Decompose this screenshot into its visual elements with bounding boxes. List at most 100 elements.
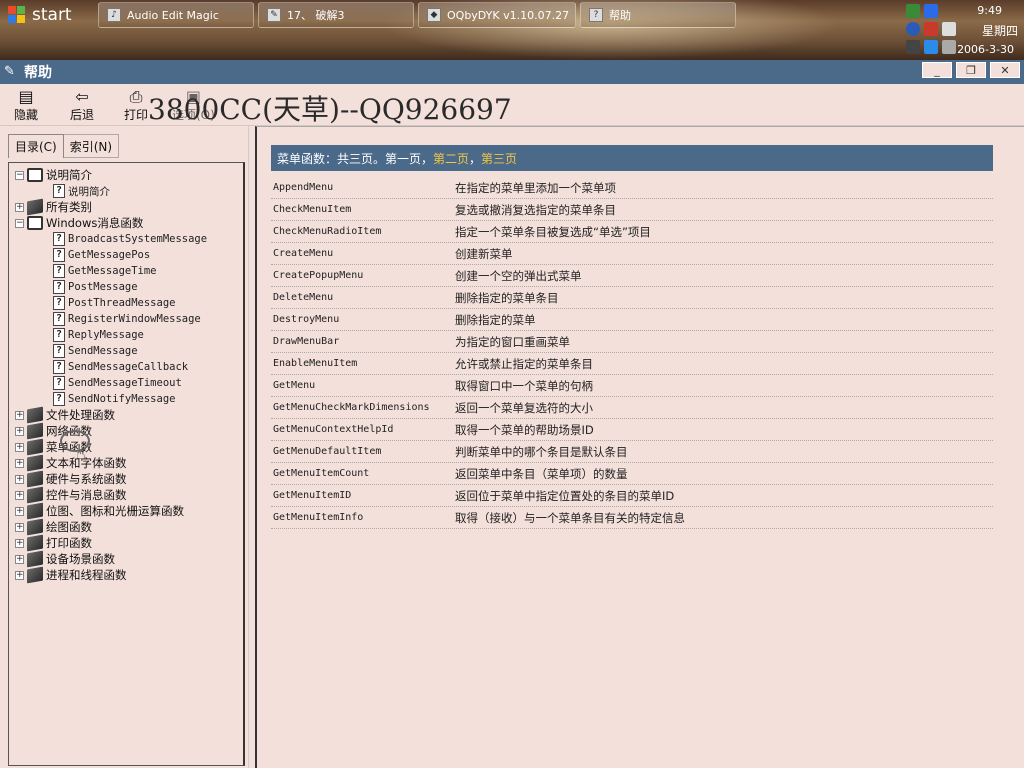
closed-book-icon bbox=[27, 470, 43, 488]
tree-item[interactable]: ? PostThreadMessage bbox=[53, 295, 175, 311]
function-name-link[interactable]: GetMenu bbox=[271, 380, 455, 391]
taskbar-item-crack[interactable]: ✎ 17、 破解3 bbox=[258, 2, 414, 28]
function-name-link[interactable]: GetMenuCheckMarkDimensions bbox=[271, 402, 455, 413]
expand-icon[interactable]: + bbox=[15, 426, 24, 436]
tab-index[interactable]: 索引(N) bbox=[63, 134, 120, 158]
tree-item-label: 说明简介 bbox=[46, 168, 92, 182]
minimize-button[interactable]: _ bbox=[922, 62, 952, 78]
tab-contents[interactable]: 目录(C) bbox=[8, 134, 64, 158]
expand-icon[interactable]: + bbox=[15, 442, 24, 452]
page2-link[interactable]: 第二页 bbox=[433, 150, 469, 167]
back-button[interactable]: ⇦ 后退 bbox=[70, 88, 94, 123]
tree-item[interactable]: + 绘图函数 bbox=[15, 518, 92, 536]
network-icon[interactable] bbox=[906, 4, 920, 18]
function-name-link[interactable]: GetMenuContextHelpId bbox=[271, 424, 455, 435]
tree-item[interactable]: + 文件处理函数 bbox=[15, 406, 115, 424]
function-name-link[interactable]: GetMenuItemID bbox=[271, 490, 455, 501]
function-name-link[interactable]: CreatePopupMenu bbox=[271, 270, 455, 281]
closed-book-icon bbox=[27, 534, 43, 552]
display-icon[interactable] bbox=[906, 40, 920, 54]
function-name-link[interactable]: EnableMenuItem bbox=[271, 358, 455, 369]
collapse-icon[interactable]: − bbox=[15, 170, 24, 180]
tree-item[interactable]: ? SendMessage bbox=[53, 343, 138, 359]
messenger-icon[interactable] bbox=[906, 22, 920, 36]
taskbar-item-help[interactable]: ? 帮助 bbox=[580, 2, 736, 28]
tree-item[interactable]: + 文本和字体函数 bbox=[15, 454, 127, 472]
restore-button[interactable]: ❐ bbox=[956, 62, 986, 78]
tree-item[interactable]: ? 说明简介 bbox=[53, 183, 110, 199]
function-name-link[interactable]: GetMenuItemCount bbox=[271, 468, 455, 479]
tree-item[interactable]: ? SendMessageTimeout bbox=[53, 375, 182, 391]
expand-icon[interactable]: + bbox=[15, 570, 24, 580]
close-button[interactable]: ✕ bbox=[990, 62, 1020, 78]
start-label: start bbox=[32, 5, 72, 25]
expand-icon[interactable]: + bbox=[15, 554, 24, 564]
clock-time[interactable]: 9:49 bbox=[977, 4, 1002, 17]
collapse-icon[interactable]: − bbox=[15, 218, 24, 228]
function-description: 返回一个菜单复选符的大小 bbox=[455, 400, 593, 415]
function-row: GetMenuDefaultItem 判断菜单中的哪个条目是默认条目 bbox=[271, 441, 993, 463]
tree-item[interactable]: ? RegisterWindowMessage bbox=[53, 311, 201, 327]
expand-icon[interactable]: + bbox=[15, 410, 24, 420]
tree-item[interactable]: − Windows消息函数 bbox=[15, 215, 143, 231]
help-page-icon: ? bbox=[53, 392, 65, 406]
tree-item[interactable]: ? PostMessage bbox=[53, 279, 138, 295]
tree-item[interactable]: ? GetMessagePos bbox=[53, 247, 150, 263]
tree-item[interactable]: ? SendMessageCallback bbox=[53, 359, 188, 375]
tree-item[interactable]: + 设备场景函数 bbox=[15, 550, 115, 568]
tree-item[interactable]: + 硬件与系统函数 bbox=[15, 470, 127, 488]
expand-icon[interactable]: + bbox=[15, 538, 24, 548]
print-button[interactable]: ⎙ 打印 bbox=[124, 88, 148, 123]
help-window-icon: ✎ bbox=[4, 64, 15, 79]
expand-icon[interactable]: + bbox=[15, 506, 24, 516]
volume-icon[interactable] bbox=[942, 22, 956, 36]
function-name-link[interactable]: AppendMenu bbox=[271, 182, 455, 193]
tree-item[interactable]: + 打印函数 bbox=[15, 534, 92, 552]
hide-button[interactable]: ▤ 隐藏 bbox=[14, 88, 38, 123]
function-name-link[interactable]: CheckMenuRadioItem bbox=[271, 226, 455, 237]
expand-icon[interactable]: + bbox=[15, 458, 24, 468]
function-name-link[interactable]: CheckMenuItem bbox=[271, 204, 455, 215]
function-name-link[interactable]: DeleteMenu bbox=[271, 292, 455, 303]
pane-splitter[interactable] bbox=[248, 126, 255, 768]
tree-item[interactable]: + 所有类别 bbox=[15, 198, 92, 216]
expand-icon[interactable]: + bbox=[15, 522, 24, 532]
function-name-link[interactable]: GetMenuDefaultItem bbox=[271, 446, 455, 457]
tree-item[interactable]: ? GetMessageTime bbox=[53, 263, 157, 279]
function-name-link[interactable]: DrawMenuBar bbox=[271, 336, 455, 347]
tray-app-icon[interactable] bbox=[942, 40, 956, 54]
tree-item-label: SendMessageTimeout bbox=[68, 377, 182, 389]
page3-link[interactable]: 第三页 bbox=[481, 150, 517, 167]
clock-weekday: 星期四 bbox=[981, 24, 1018, 38]
help-page-icon: ? bbox=[53, 280, 65, 294]
tree-item[interactable]: ? BroadcastSystemMessage bbox=[53, 231, 207, 247]
closed-book-icon bbox=[27, 198, 43, 216]
tree-item[interactable]: + 进程和线程函数 bbox=[15, 566, 127, 584]
function-description: 取得（接收）与一个菜单条目有关的特定信息 bbox=[455, 510, 685, 525]
expand-icon[interactable]: + bbox=[15, 202, 24, 212]
function-name-link[interactable]: GetMenuItemInfo bbox=[271, 512, 455, 523]
tree-item[interactable]: ? SendNotifyMessage bbox=[53, 391, 175, 407]
tree-item[interactable]: ? ReplyMessage bbox=[53, 327, 144, 343]
tray-app-icon[interactable] bbox=[924, 40, 938, 54]
taskbar-item-audio-edit[interactable]: ♪ Audio Edit Magic bbox=[98, 2, 254, 28]
expand-icon[interactable]: + bbox=[15, 474, 24, 484]
start-button[interactable]: start bbox=[2, 2, 92, 28]
tree-item[interactable]: − 说明简介 bbox=[15, 167, 92, 183]
tree-item[interactable]: + 控件与消息函数 bbox=[15, 486, 127, 504]
expand-icon[interactable]: + bbox=[15, 490, 24, 500]
window-controls: _ ❐ ✕ bbox=[922, 62, 1020, 78]
taskbar: start ♪ Audio Edit Magic ✎ 17、 破解3 ◆ OQb… bbox=[0, 0, 1024, 60]
help-page-icon: ? bbox=[53, 376, 65, 390]
closed-book-icon bbox=[27, 518, 43, 536]
function-name-link[interactable]: DestroyMenu bbox=[271, 314, 455, 325]
back-label: 后退 bbox=[70, 108, 95, 122]
tree-item[interactable]: + 位图、图标和光栅运算函数 bbox=[15, 502, 184, 520]
function-name-link[interactable]: CreateMenu bbox=[271, 248, 455, 259]
function-row: GetMenuItemID 返回位于菜单中指定位置处的条目的菜单ID bbox=[271, 485, 993, 507]
tree-item[interactable]: + 网络函数 bbox=[15, 422, 92, 440]
security-icon[interactable] bbox=[924, 22, 938, 36]
taskbar-item-oqbydyk[interactable]: ◆ OQbyDYK v1.10.07.27 bbox=[418, 2, 576, 28]
tray-app-icon[interactable] bbox=[924, 4, 938, 18]
function-description: 取得窗口中一个菜单的句柄 bbox=[455, 378, 593, 393]
